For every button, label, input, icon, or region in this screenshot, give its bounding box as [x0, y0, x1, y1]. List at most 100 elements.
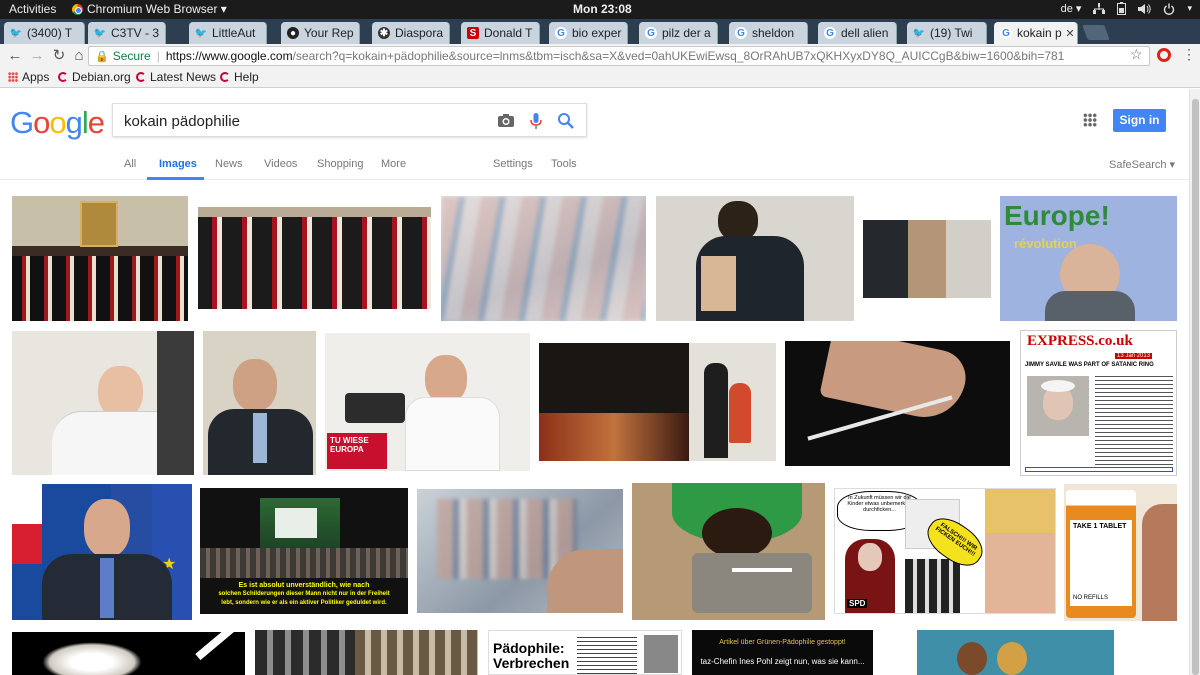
white-powder-line: [732, 568, 792, 572]
tab-3[interactable]: 🐦 LittleAut: [189, 22, 267, 44]
tab-shopping[interactable]: Shopping: [317, 158, 364, 170]
speaker-face: [425, 355, 467, 403]
image-result[interactable]: Es ist absolut unverständlich, wie nach …: [200, 488, 408, 614]
image-result[interactable]: [656, 196, 854, 321]
chevron-down-icon: ▾: [1187, 3, 1192, 13]
image-result[interactable]: EXPRESS.co.uk 13 Jan 2013 JIMMY SAVILE W…: [1020, 330, 1177, 476]
page-scrollbar[interactable]: [1189, 89, 1200, 675]
image-result[interactable]: Europe! révolution: [1000, 196, 1177, 321]
express-logo: EXPRESS.co.uk: [1027, 333, 1133, 349]
scrollbar-thumb[interactable]: [1192, 99, 1199, 675]
bookmark-label: Apps: [22, 70, 50, 84]
image-result[interactable]: [785, 341, 1010, 466]
debian-icon: [58, 72, 68, 82]
tab-12-active[interactable]: Gkokain p ✕: [994, 22, 1078, 44]
tab-9[interactable]: Gsheldon: [729, 22, 808, 44]
tab-all[interactable]: All: [124, 158, 136, 170]
microphone-icon[interactable]: [527, 112, 545, 130]
twitter-icon: 🐦: [912, 27, 926, 39]
image-result[interactable]: [917, 630, 1114, 675]
image-result[interactable]: ★: [12, 484, 192, 620]
apps-grid-icon: [8, 72, 18, 82]
bookmark-label: Debian.org: [72, 70, 131, 84]
image-result[interactable]: [632, 483, 825, 620]
tab-images[interactable]: Images: [159, 158, 197, 170]
keyboard-layout[interactable]: de ▾: [1061, 2, 1082, 15]
tab-8[interactable]: Gpilz der a: [639, 22, 718, 44]
search-input[interactable]: [124, 111, 484, 131]
image-result[interactable]: [417, 489, 623, 613]
image-result[interactable]: [255, 630, 478, 675]
address-bar[interactable]: 🔒 Secure | https://www.google.com/search…: [88, 46, 1150, 66]
tab-10[interactable]: Gdell alien: [818, 22, 897, 44]
image-result[interactable]: In Zukunft müssen wir die Kinder etwas u…: [834, 488, 1056, 614]
tab-2[interactable]: 🐦 C3TV - 3: [88, 22, 166, 44]
app-menu[interactable]: Chromium Web Browser ▾: [72, 2, 227, 16]
image-result[interactable]: [198, 207, 431, 309]
diaspora-icon: ✱: [378, 27, 390, 39]
tab-7[interactable]: Gbio exper: [549, 22, 628, 44]
google-apps-grid-icon[interactable]: [1083, 113, 1097, 127]
home-icon[interactable]: ⌂: [70, 47, 88, 65]
image-result[interactable]: [203, 331, 316, 475]
tab-6[interactable]: S Donald T: [461, 22, 540, 44]
close-icon[interactable]: ✕: [1063, 27, 1077, 40]
clock[interactable]: Mon 23:08: [573, 2, 632, 16]
video-subtitle-3: lebt, sondern wie er als ein aktiver Pol…: [221, 600, 387, 606]
back-arrow-icon[interactable]: ←: [6, 47, 24, 65]
prescription-label: TAKE 1 TABLET NO REFILLS: [1070, 520, 1132, 606]
tab-label: (19) Twi: [930, 26, 973, 40]
image-result[interactable]: [12, 196, 188, 321]
bookmark-debian[interactable]: Debian.org: [58, 70, 131, 84]
safesearch-dropdown[interactable]: SafeSearch ▾: [1109, 158, 1175, 171]
newspaper-headline: Pädophile: Verbrechen: [493, 640, 570, 671]
menu-dots-icon[interactable]: ⋮: [1182, 46, 1196, 63]
image-result[interactable]: Pädophile: Verbrechen: [488, 630, 682, 675]
tab-tools[interactable]: Tools: [551, 158, 577, 170]
opera-extension-icon[interactable]: [1157, 48, 1171, 62]
tab-1[interactable]: 🐦 (3400) T: [4, 22, 85, 44]
forward-arrow-icon[interactable]: →: [28, 47, 46, 65]
child-red-dress: [729, 383, 751, 443]
new-tab-button[interactable]: [1082, 25, 1110, 40]
tab-settings[interactable]: Settings: [493, 158, 533, 170]
paper-sheet: [701, 256, 736, 311]
image-result[interactable]: [863, 220, 991, 298]
image-result[interactable]: TU WIESE EUROPA: [325, 333, 530, 471]
bookmark-latest-news[interactable]: Latest News: [136, 70, 216, 84]
bookmark-help[interactable]: Help: [220, 70, 259, 84]
video-subtitle-1: Es ist absolut unverständlich, wie nach: [238, 582, 370, 589]
debian-icon: [136, 72, 146, 82]
search-icon[interactable]: [557, 112, 575, 130]
image-result[interactable]: [539, 343, 776, 461]
tab-4[interactable]: ● Your Rep: [281, 22, 360, 44]
tab-news[interactable]: News: [215, 158, 243, 170]
bookmark-apps[interactable]: Apps: [8, 70, 49, 84]
google-logo[interactable]: Google: [10, 105, 105, 141]
tab-5[interactable]: ✱ Diaspora: [372, 22, 450, 44]
image-result[interactable]: [441, 196, 646, 321]
camera-icon[interactable]: [497, 112, 515, 130]
tab-videos[interactable]: Videos: [264, 158, 297, 170]
lock-icon: 🔒: [95, 50, 109, 63]
reload-icon[interactable]: ↻: [50, 47, 68, 65]
image-result[interactable]: [12, 632, 245, 675]
face: [858, 543, 882, 571]
article-text: [1095, 376, 1173, 466]
activities-button[interactable]: Activities: [9, 2, 56, 16]
tab-more[interactable]: More: [381, 158, 406, 170]
browser-toolbar: ← → ↻ ⌂ 🔒 Secure | https://www.google.co…: [0, 44, 1200, 68]
search-box: [112, 103, 587, 137]
twitter-icon: 🐦: [194, 27, 208, 39]
person-head: [702, 508, 772, 558]
painting: [80, 201, 118, 247]
bookmark-star-icon[interactable]: ☆: [1130, 46, 1143, 63]
image-result[interactable]: Artikel über Grünen-Pädophilie gestoppt!…: [692, 630, 873, 675]
tab-11[interactable]: 🐦 (19) Twi: [907, 22, 987, 44]
image-result[interactable]: TAKE 1 TABLET NO REFILLS: [1064, 484, 1177, 621]
handcuffed-hands: [863, 220, 991, 298]
system-tray[interactable]: de ▾ ▾: [1061, 2, 1192, 15]
group-of-judges: [12, 256, 188, 321]
sign-in-button[interactable]: Sign in: [1113, 109, 1166, 132]
image-result[interactable]: [12, 331, 194, 475]
